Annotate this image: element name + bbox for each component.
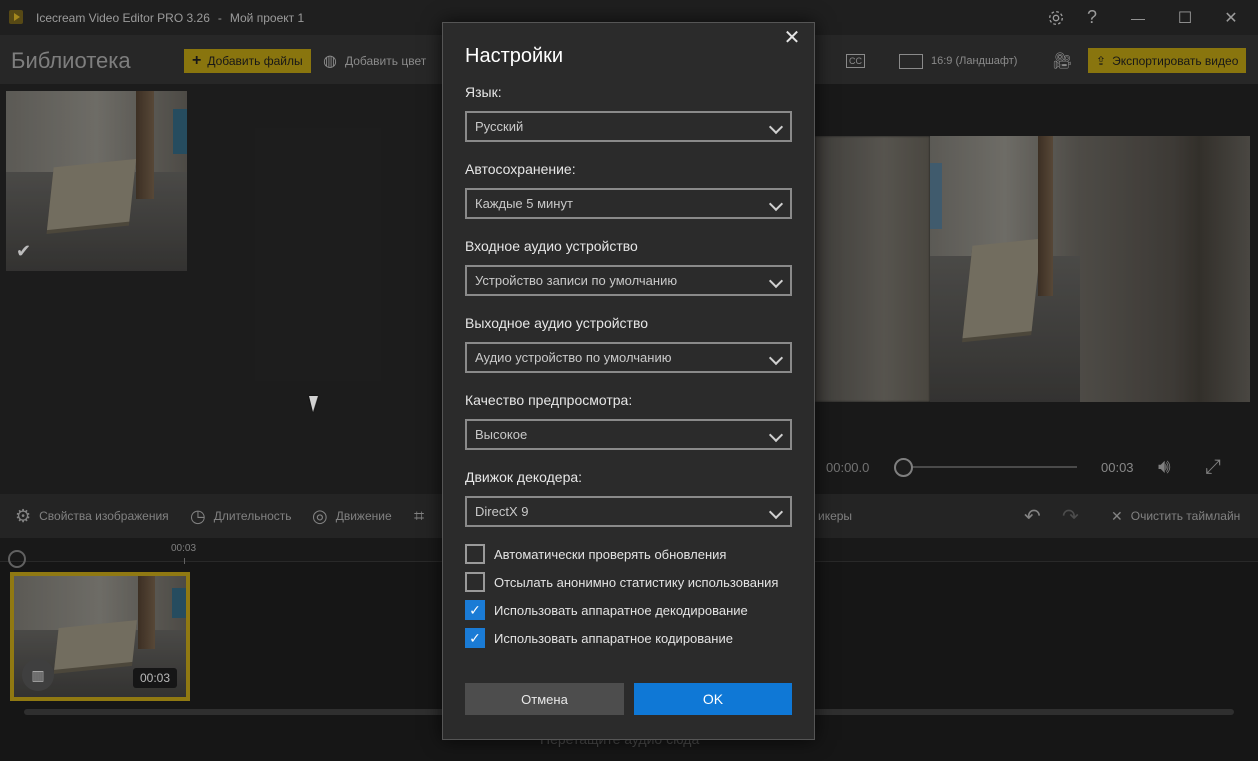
- chevron-down-icon: [768, 350, 784, 366]
- autosave-select[interactable]: Каждые 5 минут: [465, 188, 792, 219]
- statistics-checkbox-row[interactable]: Отсылать анонимно статистику использован…: [465, 572, 778, 592]
- language-value: Русский: [475, 119, 524, 134]
- audio-input-select[interactable]: Устройство записи по умолчанию: [465, 265, 792, 296]
- decoder-label: Движок декодера:: [465, 469, 583, 485]
- auto-update-label: Автоматически проверять обновления: [494, 546, 727, 562]
- audio-input-label: Входное аудио устройство: [465, 238, 638, 254]
- audio-output-value: Аудио устройство по умолчанию: [475, 350, 672, 365]
- audio-output-label: Выходное аудио устройство: [465, 315, 649, 331]
- chevron-down-icon: [768, 119, 784, 135]
- language-select[interactable]: Русский: [465, 111, 792, 142]
- audio-input-value: Устройство записи по умолчанию: [475, 273, 678, 288]
- statistics-checkbox[interactable]: [465, 572, 485, 592]
- close-dialog-button[interactable]: ✕: [781, 26, 803, 49]
- chevron-down-icon: [768, 273, 784, 289]
- decoder-select[interactable]: DirectX 9: [465, 496, 792, 527]
- dialog-title: Настройки: [465, 45, 564, 67]
- decoder-value: DirectX 9: [475, 504, 529, 519]
- hw-decoding-label: Использовать аппаратное декодирование: [494, 602, 748, 618]
- autosave-label: Автосохранение:: [465, 161, 576, 177]
- chevron-down-icon: [768, 196, 784, 212]
- hw-encoding-checkbox-row[interactable]: ✓ Использовать аппаратное кодирование: [465, 628, 733, 648]
- auto-update-checkbox-row[interactable]: Автоматически проверять обновления: [465, 544, 726, 564]
- statistics-label: Отсылать анонимно статистику использован…: [494, 574, 779, 590]
- preview-quality-select[interactable]: Высокое: [465, 419, 792, 450]
- hw-encoding-checkbox[interactable]: ✓: [465, 628, 485, 648]
- cancel-button[interactable]: Отмена: [465, 683, 624, 715]
- preview-quality-value: Высокое: [475, 427, 528, 442]
- autosave-value: Каждые 5 минут: [475, 196, 573, 211]
- chevron-down-icon: [768, 504, 784, 520]
- chevron-down-icon: [768, 427, 784, 443]
- ok-button[interactable]: OK: [634, 683, 792, 715]
- preview-quality-label: Качество предпросмотра:: [465, 392, 633, 408]
- hw-decoding-checkbox-row[interactable]: ✓ Использовать аппаратное декодирование: [465, 600, 748, 620]
- hw-decoding-checkbox[interactable]: ✓: [465, 600, 485, 620]
- audio-output-select[interactable]: Аудио устройство по умолчанию: [465, 342, 792, 373]
- hw-encoding-label: Использовать аппаратное кодирование: [494, 630, 733, 646]
- language-label: Язык:: [465, 84, 502, 100]
- auto-update-checkbox[interactable]: [465, 544, 485, 564]
